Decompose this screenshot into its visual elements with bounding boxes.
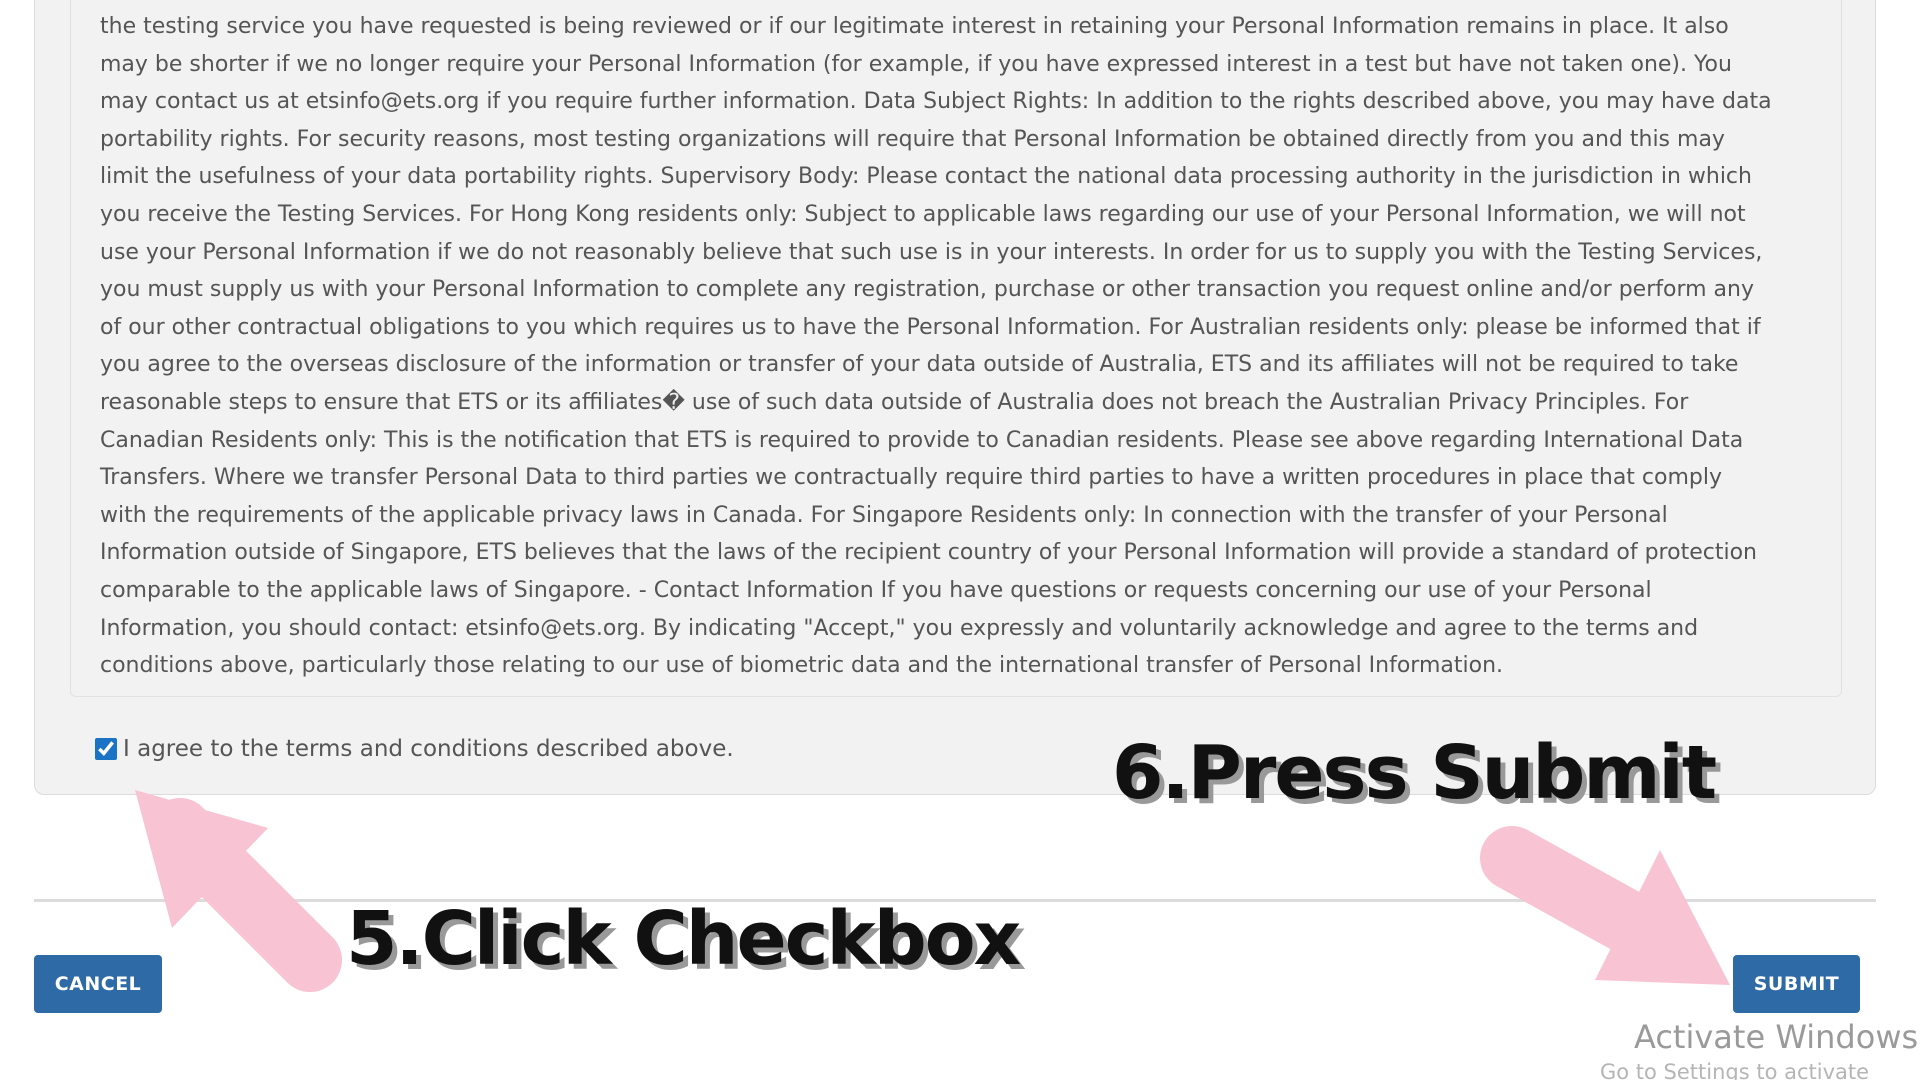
activate-windows-watermark: Activate Windows bbox=[1634, 1018, 1919, 1056]
annotation-step-6: 6.Press Submit bbox=[1112, 730, 1717, 816]
annotation-step-5: 5.Click Checkbox bbox=[346, 896, 1021, 982]
checkbox-arrow-icon bbox=[135, 790, 342, 992]
terms-page: the testing service you have requested i… bbox=[0, 0, 1920, 1080]
activate-windows-subtitle: Go to Settings to activate bbox=[1600, 1060, 1870, 1080]
submit-arrow-icon bbox=[1480, 826, 1730, 985]
